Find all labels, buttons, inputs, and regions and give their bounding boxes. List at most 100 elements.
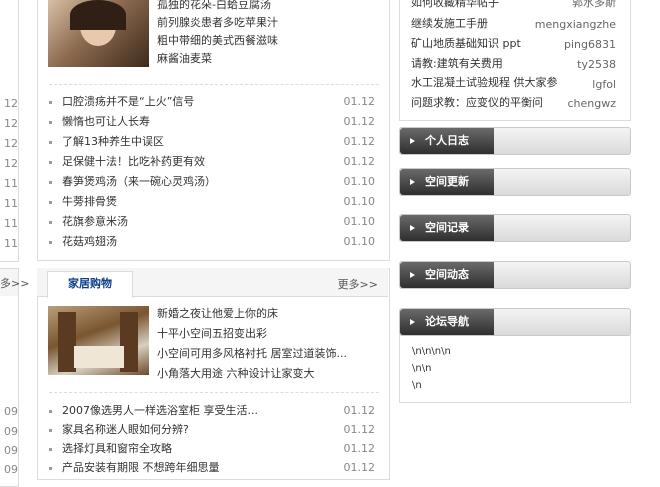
bullet-icon: [49, 121, 52, 124]
news-title[interactable]: 懒惰也可让人长寿: [62, 112, 150, 132]
news-title[interactable]: 牛蒡排骨煲: [62, 192, 117, 212]
date-fragment: 09: [4, 444, 18, 457]
forum-nav-line: \n: [412, 380, 422, 391]
list-item[interactable]: 春笋煲鸡汤（来一碗心灵鸡汤） 01.10: [49, 172, 379, 192]
news-date: 01.10: [343, 175, 376, 188]
date-fragment: 11: [4, 237, 18, 250]
featured-link[interactable]: 孤独的花朵-白蛤豆腐汤: [157, 0, 278, 14]
date-fragment: 11: [4, 177, 18, 190]
featured-photo-room[interactable]: [48, 306, 149, 375]
news-date: 01.10: [343, 195, 376, 208]
home-news-list: 2007像选男人一样选浴室柜 享受生活... 01.12 家具名称迷人眼如何分辨?…: [49, 401, 379, 477]
section-space-activity[interactable]: 空间动态: [399, 261, 631, 289]
featured-link[interactable]: 小角落大用途 六种设计让家变大: [157, 364, 347, 384]
home-tabbar: 家居购物 更多>>: [37, 268, 388, 298]
featured-list-home: 新婚之夜让他爱上你的床 十平小空间五招变出彩 小空间可用多风格衬托 居室过道装饰…: [157, 304, 347, 384]
news-title[interactable]: 春笋煲鸡汤（来一碗心灵鸡汤）: [62, 172, 216, 192]
post-user[interactable]: lgfol: [592, 78, 616, 91]
featured-link[interactable]: 前列腺炎患者多吃苹果汁: [157, 14, 278, 32]
bullet-icon: [49, 201, 52, 204]
date-fragment: 11: [4, 197, 18, 210]
post-title[interactable]: 问题求教：应变仪的平衡问: [411, 94, 543, 110]
forum-nav-line: \n\n\n\n: [412, 346, 451, 357]
featured-list-health: 孤独的花朵-白蛤豆腐汤 前列腺炎患者多吃苹果汁 粗中带细的美式西餐滋味 麻酱油麦…: [157, 0, 278, 68]
news-title[interactable]: 家具名称迷人眼如何分辨?: [62, 420, 189, 439]
date-fragment: 11: [4, 217, 18, 230]
more-link[interactable]: 更多>>: [338, 276, 378, 292]
section-space-updates[interactable]: 空间更新: [399, 168, 631, 196]
news-title[interactable]: 2007像选男人一样选浴室柜 享受生活...: [62, 401, 258, 420]
date-fragment: 12: [4, 97, 18, 110]
news-title[interactable]: 口腔溃疡并不是“上火”信号: [62, 92, 194, 112]
date-fragment: 09: [4, 425, 18, 438]
post-title[interactable]: 继续发施工手册: [411, 15, 488, 31]
post-title[interactable]: 如何收藏精华帖子: [411, 0, 499, 10]
section-label: 空间动态: [400, 262, 494, 288]
date-fragment: 12: [4, 137, 18, 150]
date-fragment: 09: [4, 405, 18, 418]
list-item[interactable]: 了解13种养生中误区 01.12: [49, 132, 379, 152]
post-title[interactable]: 水工混凝土试验规程 供大家参: [411, 74, 558, 90]
list-item[interactable]: 家具名称迷人眼如何分辨? 01.12: [49, 420, 379, 439]
news-title[interactable]: 了解13种养生中误区: [62, 132, 164, 152]
list-item[interactable]: 花菇鸡翅汤 01.10: [49, 232, 379, 252]
post-user[interactable]: 郭水多斯: [572, 0, 616, 10]
bullet-icon: [49, 410, 52, 413]
section-label: 空间记录: [400, 215, 494, 241]
news-date: 01.12: [343, 404, 376, 417]
forum-nav-body: \n\n\n\n \n\n \n: [399, 334, 631, 403]
bullet-icon: [49, 448, 52, 451]
post-user[interactable]: mengxiangzhe: [535, 18, 616, 31]
section-label: 论坛导航: [400, 309, 494, 335]
tab-home-shopping[interactable]: 家居购物: [47, 271, 133, 298]
news-date: 01.12: [343, 155, 376, 168]
news-date: 01.12: [343, 115, 376, 128]
date-fragment: 12: [4, 117, 18, 130]
news-title[interactable]: 产品安装有期限 不想跨年细思量: [62, 458, 220, 477]
section-personal-log[interactable]: 个人日志: [399, 127, 631, 155]
section-label: 空间更新: [400, 169, 494, 195]
bullet-icon: [49, 241, 52, 244]
left-more-link[interactable]: 多>>: [0, 275, 29, 291]
list-item[interactable]: 产品安装有期限 不想跨年细思量 01.12: [49, 458, 379, 477]
featured-link[interactable]: 麻酱油麦菜: [157, 50, 278, 68]
news-date: 01.10: [343, 215, 376, 228]
featured-link[interactable]: 粗中带细的美式西餐滋味: [157, 32, 278, 50]
news-date: 01.12: [343, 442, 376, 455]
section-label: 个人日志: [400, 128, 494, 154]
list-item[interactable]: 2007像选男人一样选浴室柜 享受生活... 01.12: [49, 401, 379, 420]
news-date: 01.12: [343, 95, 376, 108]
news-title[interactable]: 足保健十法！比吃补药更有效: [62, 152, 205, 172]
bullet-icon: [49, 161, 52, 164]
post-title[interactable]: 矿山地质基础知识 ppt: [411, 35, 521, 51]
featured-link[interactable]: 新婚之夜让他爱上你的床: [157, 304, 347, 324]
featured-photo-woman[interactable]: [48, 0, 149, 67]
featured-link[interactable]: 小空间可用多风格衬托 居室过道装饰...: [157, 344, 347, 364]
left-panel-fragment-2: [0, 296, 19, 487]
post-user[interactable]: ty2538: [577, 58, 616, 71]
featured-link[interactable]: 十平小空间五招变出彩: [157, 324, 347, 344]
bullet-icon: [49, 221, 52, 224]
post-user[interactable]: ping6831: [564, 38, 616, 51]
list-item[interactable]: 足保健十法！比吃补药更有效 01.12: [49, 152, 379, 172]
list-item[interactable]: 口腔溃疡并不是“上火”信号 01.12: [49, 92, 379, 112]
list-item[interactable]: 懒惰也可让人长寿 01.12: [49, 112, 379, 132]
news-title[interactable]: 花菇鸡翅汤: [62, 232, 117, 252]
section-forum-nav[interactable]: 论坛导航: [399, 308, 631, 336]
divider: [49, 392, 379, 393]
section-space-records[interactable]: 空间记录: [399, 214, 631, 242]
list-item[interactable]: 选择灯具和窗帘全攻略 01.12: [49, 439, 379, 458]
post-title[interactable]: 请教:建筑有关费用: [411, 55, 503, 71]
bullet-icon: [49, 181, 52, 184]
post-user[interactable]: chengwz: [567, 97, 616, 110]
bullet-icon: [49, 429, 52, 432]
date-fragment: 12: [4, 157, 18, 170]
health-news-list: 口腔溃疡并不是“上火”信号 01.12 懒惰也可让人长寿 01.12 了解13种养生…: [49, 92, 379, 252]
bullet-icon: [49, 467, 52, 470]
news-title[interactable]: 花旗参意米汤: [62, 212, 128, 232]
list-item[interactable]: 牛蒡排骨煲 01.10: [49, 192, 379, 212]
news-title[interactable]: 选择灯具和窗帘全攻略: [62, 439, 172, 458]
bullet-icon: [49, 101, 52, 104]
date-fragment: 09: [4, 463, 18, 476]
list-item[interactable]: 花旗参意米汤 01.10: [49, 212, 379, 232]
